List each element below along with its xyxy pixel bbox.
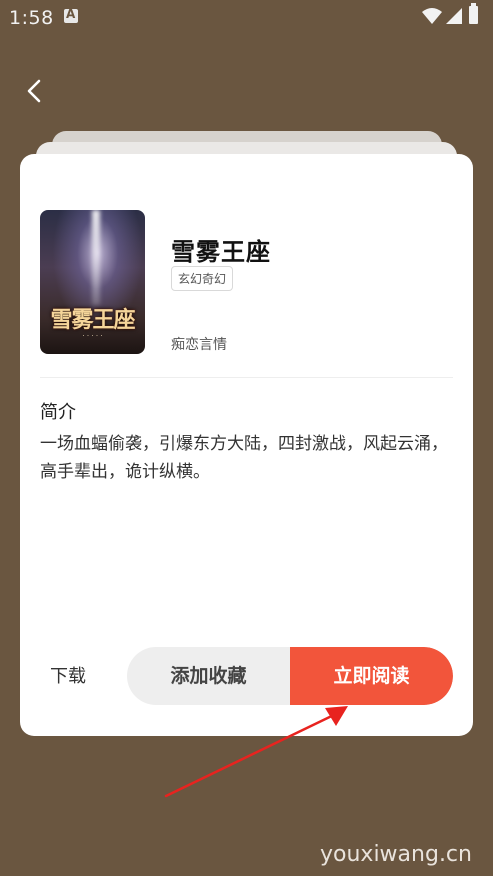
cover-title-art: 雪雾王座	[50, 307, 135, 333]
download-button[interactable]: 下载	[50, 660, 110, 694]
read-now-button[interactable]: 立即阅读	[290, 647, 453, 705]
watermark: youxiwang.cn	[320, 842, 472, 867]
battery-icon	[469, 3, 478, 24]
intro-heading: 简介	[40, 402, 76, 423]
book-title: 雪雾王座	[171, 238, 271, 266]
cover-subtitle-art: · · · · ·	[82, 332, 103, 340]
cover-light-beam	[92, 210, 100, 305]
wifi-icon	[422, 8, 442, 24]
signal-icon	[446, 8, 462, 24]
app-notification-icon	[64, 7, 78, 23]
annotation-arrow-icon	[164, 706, 348, 798]
add-favorite-button[interactable]: 添加收藏	[127, 647, 290, 705]
back-button[interactable]	[20, 74, 50, 108]
action-button-group: 添加收藏 立即阅读	[127, 647, 453, 705]
status-time: 1:58	[9, 7, 54, 29]
author-name[interactable]: 痴恋言情	[171, 334, 227, 354]
intro-text: 一场血蝠偷袭，引爆东方大陆，四封激战，风起云涌，高手辈出，诡计纵横。	[40, 434, 448, 482]
book-detail-card: 雪雾王座 · · · · · 雪雾王座 玄幻奇幻 痴恋言情 简介 一场血蝠偷袭，…	[20, 154, 473, 736]
status-bar: 1:58	[0, 0, 493, 34]
chevron-left-icon	[27, 79, 41, 103]
divider	[40, 377, 453, 378]
genre-tag[interactable]: 玄幻奇幻	[171, 266, 234, 291]
book-cover[interactable]: 雪雾王座 · · · · ·	[40, 210, 145, 354]
